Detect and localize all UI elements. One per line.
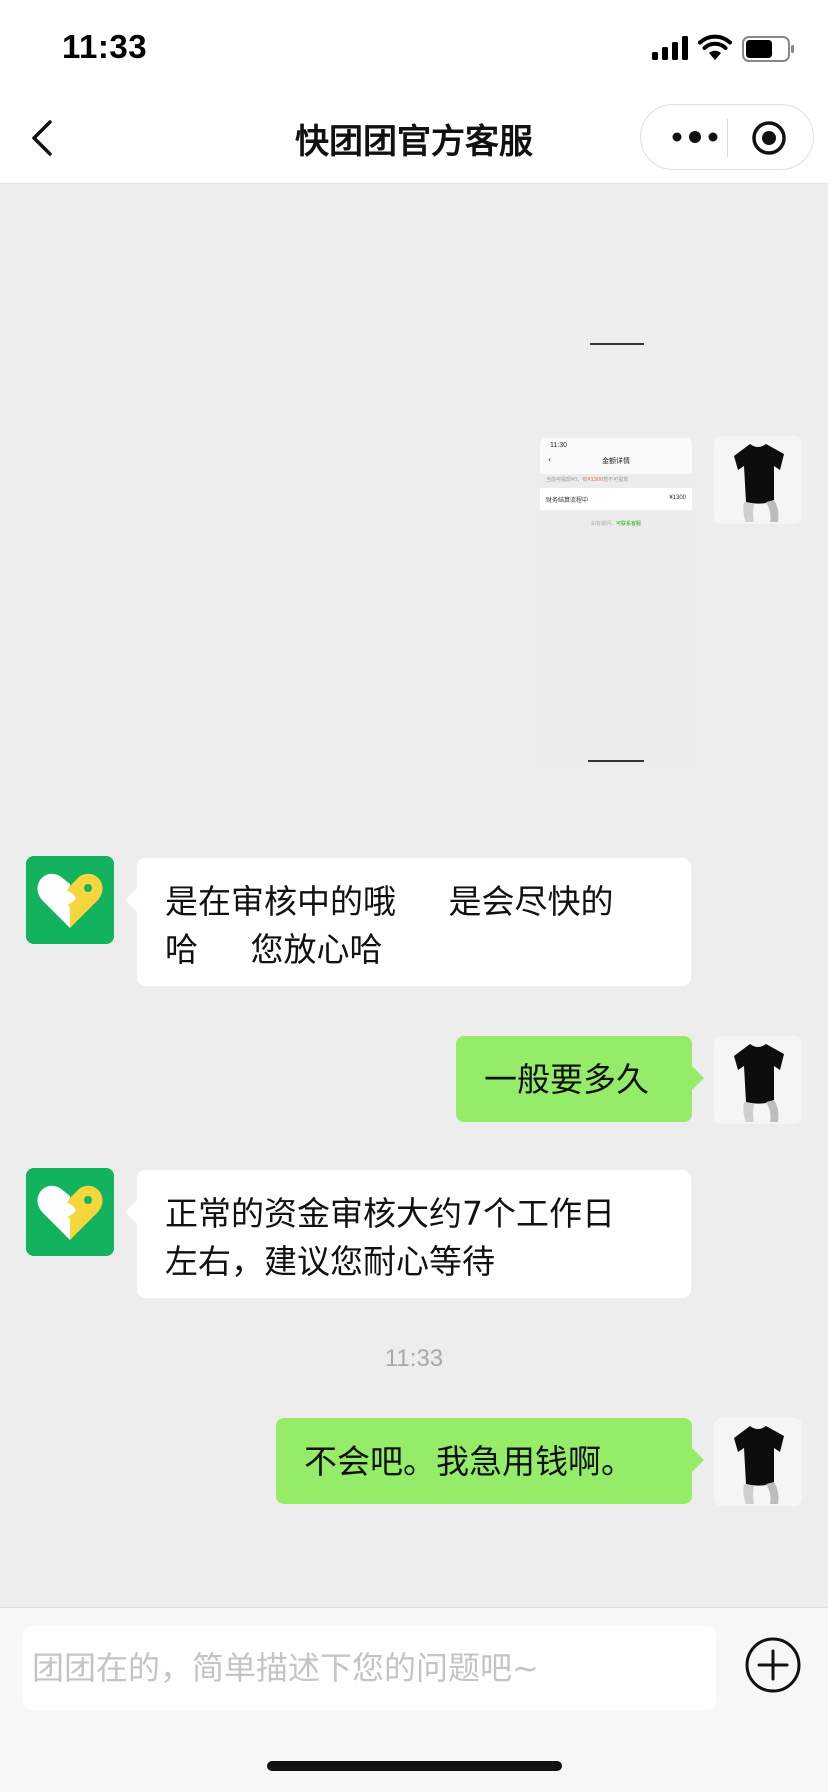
chat-area[interactable]: 11:30 ‹ 金额详情 当前可提现¥0，有¥1300暂不可提现 财务结算流程中… (0, 185, 828, 1607)
capsule-divider (727, 119, 728, 157)
thumb-footer-link: 可联系客服 (616, 521, 642, 527)
thumb-row-label: 财务结算流程中 (546, 497, 589, 504)
message-text: 一般要多久 (484, 1060, 649, 1099)
message-bubble-self[interactable]: 一般要多久 (456, 1036, 704, 1122)
kuaituantuan-logo-icon (26, 856, 114, 944)
message-bubble-self[interactable]: 不会吧。我急用钱啊。 (276, 1418, 704, 1504)
message-text-line: 左右，建议您耐心等待 (165, 1242, 495, 1281)
message-bubble-service[interactable]: 是在审核中的哦 是会尽快的 哈 您放心哈 (125, 858, 691, 986)
service-avatar[interactable] (26, 1168, 114, 1256)
message-text-line: 正常的资金审核大约7个工作日 (165, 1194, 615, 1233)
more-dots-icon[interactable] (667, 125, 723, 149)
user-avatar[interactable] (714, 1418, 802, 1506)
tshirt-avatar-icon (714, 436, 802, 524)
message-text-line: 哈 您放心哈 (165, 930, 383, 969)
nav-bar: 快团团官方客服 (0, 92, 828, 184)
plus-circle-icon[interactable] (744, 1636, 802, 1694)
thumb-status-time: 11:30 (550, 442, 567, 449)
home-indicator[interactable] (267, 1761, 562, 1771)
thumb-notice-suffix: 暂不可提现 (603, 477, 629, 483)
thumb-notice-highlight: ¥1300 (587, 477, 604, 483)
wifi-icon (698, 34, 732, 60)
signal-icon (652, 36, 688, 60)
message-text: 不会吧。我急用钱啊。 (304, 1442, 634, 1481)
message-timestamp: 11:33 (384, 1345, 444, 1372)
shared-screenshot-image[interactable]: 11:30 ‹ 金额详情 当前可提现¥0，有¥1300暂不可提现 财务结算流程中… (540, 438, 692, 768)
service-avatar[interactable] (26, 856, 114, 944)
tshirt-avatar-icon (714, 1036, 802, 1124)
status-time: 11:33 (62, 28, 148, 65)
battery-icon (742, 36, 794, 62)
message-bubble-service[interactable]: 正常的资金审核大约7个工作日 左右，建议您耐心等待 (125, 1170, 691, 1298)
message-text-line: 是在审核中的哦 是会尽快的 (165, 882, 614, 921)
thumb-notice-prefix: 当前可提现¥0，有 (546, 477, 588, 483)
thumb-footer-prefix: 如有疑问， (590, 521, 616, 527)
kuaituantuan-logo-icon (26, 1168, 114, 1256)
thumb-notice: 当前可提现¥0，有¥1300暂不可提现 (546, 476, 628, 483)
user-avatar[interactable] (714, 436, 802, 524)
tshirt-avatar-icon (714, 1418, 802, 1506)
thumb-home-bar (588, 760, 644, 762)
thumb-row: 财务结算流程中 ¥1300 (540, 488, 692, 510)
target-close-icon[interactable] (751, 120, 787, 156)
message-input[interactable] (22, 1626, 716, 1710)
thumb-title: 金额详情 (602, 457, 630, 465)
menu-capsule (640, 104, 814, 170)
thumb-footer: 如有疑问，可联系客服 (540, 520, 692, 527)
user-avatar[interactable] (714, 1036, 802, 1124)
status-bar: 11:33 (0, 0, 828, 92)
image-fragment-line (590, 343, 644, 345)
thumb-row-amount: ¥1300 (669, 495, 686, 501)
